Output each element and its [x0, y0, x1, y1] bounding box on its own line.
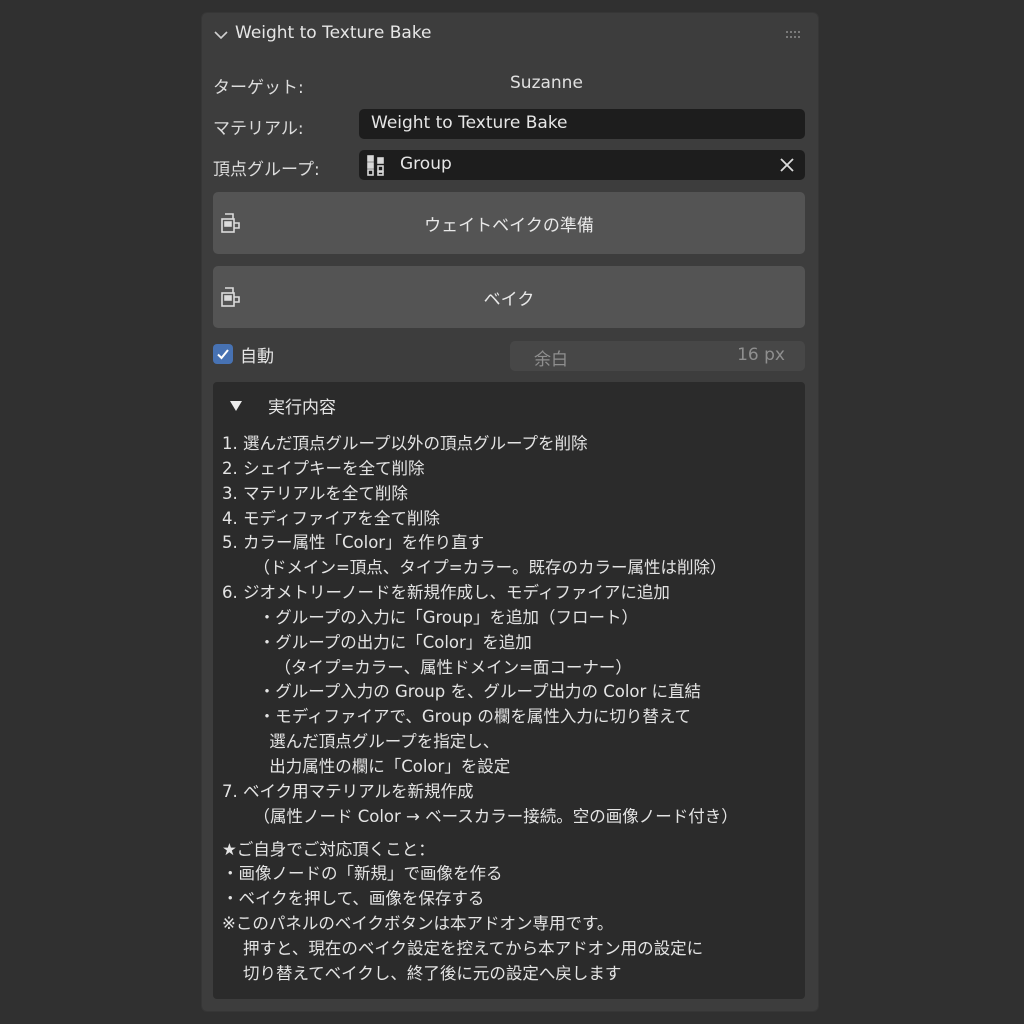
list-item: 4. モディファイアを全て削除 [222, 508, 440, 528]
list-item: 選んだ頂点グループを指定し、 [222, 732, 500, 752]
auto-checkbox[interactable] [213, 344, 233, 364]
list-item: 1. 選んだ頂点グループ以外の頂点グループを削除 [222, 434, 588, 453]
padding-field[interactable]: 余白 16 px [510, 341, 805, 371]
panel-title: Weight to Texture Bake [235, 23, 432, 43]
weight-to-texture-bake-panel: Weight to Texture Bake ターゲット: Suzanne マテ… [201, 12, 819, 1012]
material-label: マテリアル: [213, 119, 304, 139]
target-value: Suzanne [510, 73, 583, 93]
list-item: ・モディファイアで、Group の欄を属性入力に切り替えて [222, 707, 692, 727]
bake-button[interactable]: ベイク [213, 266, 805, 328]
details-subpanel: 実行内容 1. 選んだ頂点グループ以外の頂点グループを削除 2. シェイプキーを… [213, 382, 805, 999]
list-item: 出力属性の欄に「Color」を設定 [222, 756, 511, 776]
list-item: ★ご自身でご対応頂くこと： [222, 839, 435, 859]
drag-grip-icon[interactable] [786, 29, 804, 41]
padding-value: 16 px [737, 345, 785, 365]
list-item: 3. マテリアルを全て削除 [222, 483, 408, 503]
vertex-group-field[interactable]: Group [359, 150, 805, 180]
list-item: （ドメイン=頂点、タイプ=カラー。既存のカラー属性は削除） [222, 558, 727, 578]
clear-icon[interactable] [779, 157, 795, 173]
target-label: ターゲット: [213, 78, 304, 98]
bake-label: ベイク [483, 290, 535, 310]
list-item: ・ベイクを押して、画像を保存する [222, 889, 485, 909]
vertex-group-label: 頂点グループ: [213, 160, 320, 180]
list-item: ・グループの入力に「Group」を追加（フロート） [222, 607, 638, 627]
list-item: 切り替えてベイクし、終了後に元の設定へ戻します [222, 963, 622, 983]
list-item: 6. ジオメトリーノードを新規作成し、モディファイアに追加 [222, 583, 670, 603]
checkmark-icon [217, 349, 229, 360]
material-value: Weight to Texture Bake [371, 113, 568, 133]
prepare-weight-bake-label: ウェイトベイクの準備 [424, 216, 594, 236]
vertex-group-icon [367, 155, 384, 176]
details-title: 実行内容 [268, 398, 336, 418]
prepare-weight-bake-button[interactable]: ウェイトベイクの準備 [213, 192, 805, 254]
list-item: ・グループ入力の Group を、グループ出力の Color に直結 [222, 682, 702, 702]
list-spacer [222, 830, 738, 838]
vertex-group-value: Group [400, 154, 452, 174]
padding-label: 余白 [534, 350, 568, 370]
list-item: 押すと、現在のベイク設定を控えてから本アドオン用の設定に [222, 938, 704, 958]
triangle-down-icon[interactable] [229, 400, 243, 412]
list-item: 7. ベイク用マテリアルを新規作成 [222, 781, 474, 801]
list-item: ・グループの出力に「Color」を追加 [222, 632, 532, 652]
list-item: ※このパネルのベイクボタンは本アドオン専用です。 [222, 914, 614, 934]
details-list: 1. 選んだ頂点グループ以外の頂点グループを削除 2. シェイプキーを全て削除 … [222, 432, 738, 987]
list-item: （属性ノード Color → ベースカラー接続。空の画像ノード付き） [222, 806, 738, 826]
list-item: 5. カラー属性「Color」を作り直す [222, 533, 485, 553]
panel-header[interactable]: Weight to Texture Bake [202, 13, 818, 57]
list-item: 2. シェイプキーを全て削除 [222, 458, 425, 478]
material-field[interactable]: Weight to Texture Bake [359, 109, 805, 139]
auto-label: 自動 [240, 347, 274, 367]
list-item: （タイプ=カラー、属性ドメイン=面コーナー） [222, 657, 632, 677]
list-item: ・画像ノードの「新規」で画像を作る [222, 864, 503, 884]
chevron-down-icon[interactable] [212, 26, 230, 44]
